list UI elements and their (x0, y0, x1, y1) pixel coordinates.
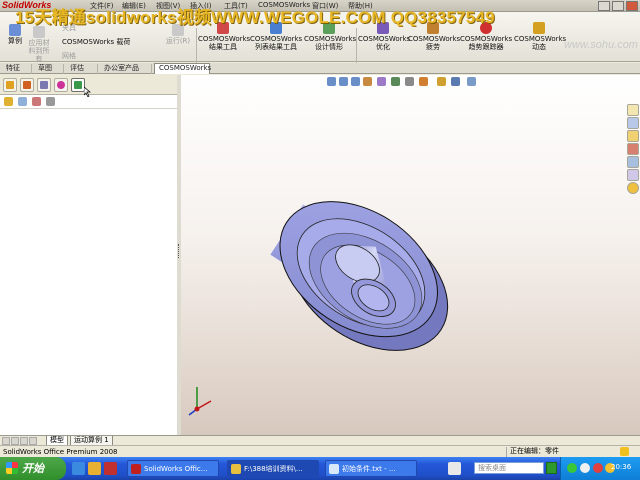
separator (356, 28, 357, 66)
search-icon[interactable] (627, 143, 639, 155)
dynamics-icon (533, 22, 545, 34)
command-tabs: 特征 草图 评估 办公室产品 COSMOSWorks (0, 63, 640, 74)
status-editing: 正在编辑：零件 (506, 447, 559, 457)
model-tabs: 模型 运动算例 1 (0, 435, 640, 446)
task-solidworks[interactable]: SolidWorks Offic... (127, 460, 219, 477)
camera-icon[interactable] (467, 77, 476, 86)
configuration-manager-tab[interactable] (37, 78, 51, 92)
ie-icon[interactable] (72, 462, 85, 475)
tool-icon[interactable] (18, 97, 27, 106)
reference-triad (188, 387, 212, 416)
manager-tabs (0, 75, 177, 97)
dynamics-button[interactable]: COSMOSWorks 动态 (514, 22, 566, 51)
tray-icon[interactable] (580, 463, 590, 473)
display-style-icon[interactable] (391, 77, 400, 86)
zoom-to-fit-icon[interactable] (327, 77, 336, 86)
tab-evaluate[interactable]: 评估 (66, 64, 98, 74)
separator (196, 28, 197, 66)
appearance-icon[interactable] (419, 77, 428, 86)
task-pane-tabs (626, 104, 640, 194)
apply-material-button[interactable]: 应用材料到所有 (28, 26, 50, 63)
solidworks-icon (131, 464, 141, 474)
mesh-button[interactable]: 网格 (62, 52, 98, 60)
site-logo: www.sohu.com (564, 39, 638, 51)
tab-cosmosworks[interactable]: COSMOSWorks (154, 63, 211, 74)
view-orientation-icon[interactable] (377, 77, 386, 86)
desktop-search-input[interactable]: 搜索桌面 (474, 462, 544, 474)
cosmos-manager-icon (74, 81, 82, 89)
app-icon[interactable] (104, 462, 117, 475)
tool-icon[interactable] (4, 97, 13, 106)
tray-icon[interactable] (567, 463, 577, 473)
view-palette-icon[interactable] (627, 156, 639, 168)
start-button[interactable]: 开始 (0, 457, 66, 480)
custom-properties-icon[interactable] (627, 182, 639, 194)
clock: 20:36 (611, 463, 632, 471)
status-product: SolidWorks Office Premium 2008 (3, 448, 118, 456)
next-tab-button[interactable] (20, 437, 28, 445)
notepad-icon (329, 464, 339, 474)
close-button[interactable] (626, 1, 638, 11)
previous-view-icon[interactable] (351, 77, 360, 86)
task-notepad[interactable]: 初始条件.txt - ... (325, 460, 417, 477)
tray-icon[interactable] (593, 463, 603, 473)
folder-icon (231, 464, 241, 474)
help-icon[interactable] (620, 447, 629, 456)
feature-tree-icon (6, 81, 14, 89)
first-tab-button[interactable] (2, 437, 10, 445)
tool-icon[interactable] (32, 97, 41, 106)
tab-sketch[interactable]: 草图 (34, 64, 64, 74)
tab-office-products[interactable]: 办公室产品 (100, 64, 152, 74)
prev-tab-button[interactable] (11, 437, 19, 445)
graphics-area[interactable] (181, 75, 640, 437)
scene-icon[interactable] (437, 77, 446, 86)
part-model[interactable] (261, 185, 461, 360)
property-icon (23, 81, 31, 89)
design-library-icon[interactable] (627, 117, 639, 129)
view-settings-icon[interactable] (451, 77, 460, 86)
configuration-icon (40, 81, 48, 89)
dimxpert-tab[interactable] (54, 78, 68, 92)
feature-tree-tab[interactable] (3, 78, 17, 92)
status-bar: SolidWorks Office Premium 2008 正在编辑：零件 (0, 445, 640, 457)
manager-toolbar (0, 95, 177, 109)
desktop-search-icon[interactable] (448, 462, 461, 475)
folder-icon[interactable] (88, 462, 101, 475)
resources-icon[interactable] (627, 104, 639, 116)
property-manager-tab[interactable] (20, 78, 34, 92)
search-go-button[interactable] (546, 462, 557, 474)
section-view-icon[interactable] (363, 77, 372, 86)
minimize-button[interactable] (598, 1, 610, 11)
maximize-button[interactable] (612, 1, 624, 11)
loads-button[interactable]: COSMOSWorks 载荷 (62, 38, 144, 46)
tool-icon[interactable] (46, 97, 55, 106)
file-explorer-icon[interactable] (627, 130, 639, 142)
feature-manager-pane (0, 75, 178, 435)
windows-logo-icon (6, 462, 18, 474)
windows-taskbar: 开始 SolidWorks Offic... F:\388培训资料\... 初始… (0, 457, 640, 480)
cosmos-manager-tab[interactable] (71, 78, 85, 92)
tab-features[interactable]: 特征 (2, 64, 32, 74)
task-explorer[interactable]: F:\388培训资料\... (227, 460, 319, 477)
dimxpert-icon (57, 81, 65, 89)
video-watermark: 15天精通solidworks视频WWW.WEGOLE.COM QQ383575… (15, 8, 495, 27)
appearances-icon[interactable] (627, 169, 639, 181)
zoom-area-icon[interactable] (339, 77, 348, 86)
last-tab-button[interactable] (29, 437, 37, 445)
hide-show-icon[interactable] (405, 77, 414, 86)
